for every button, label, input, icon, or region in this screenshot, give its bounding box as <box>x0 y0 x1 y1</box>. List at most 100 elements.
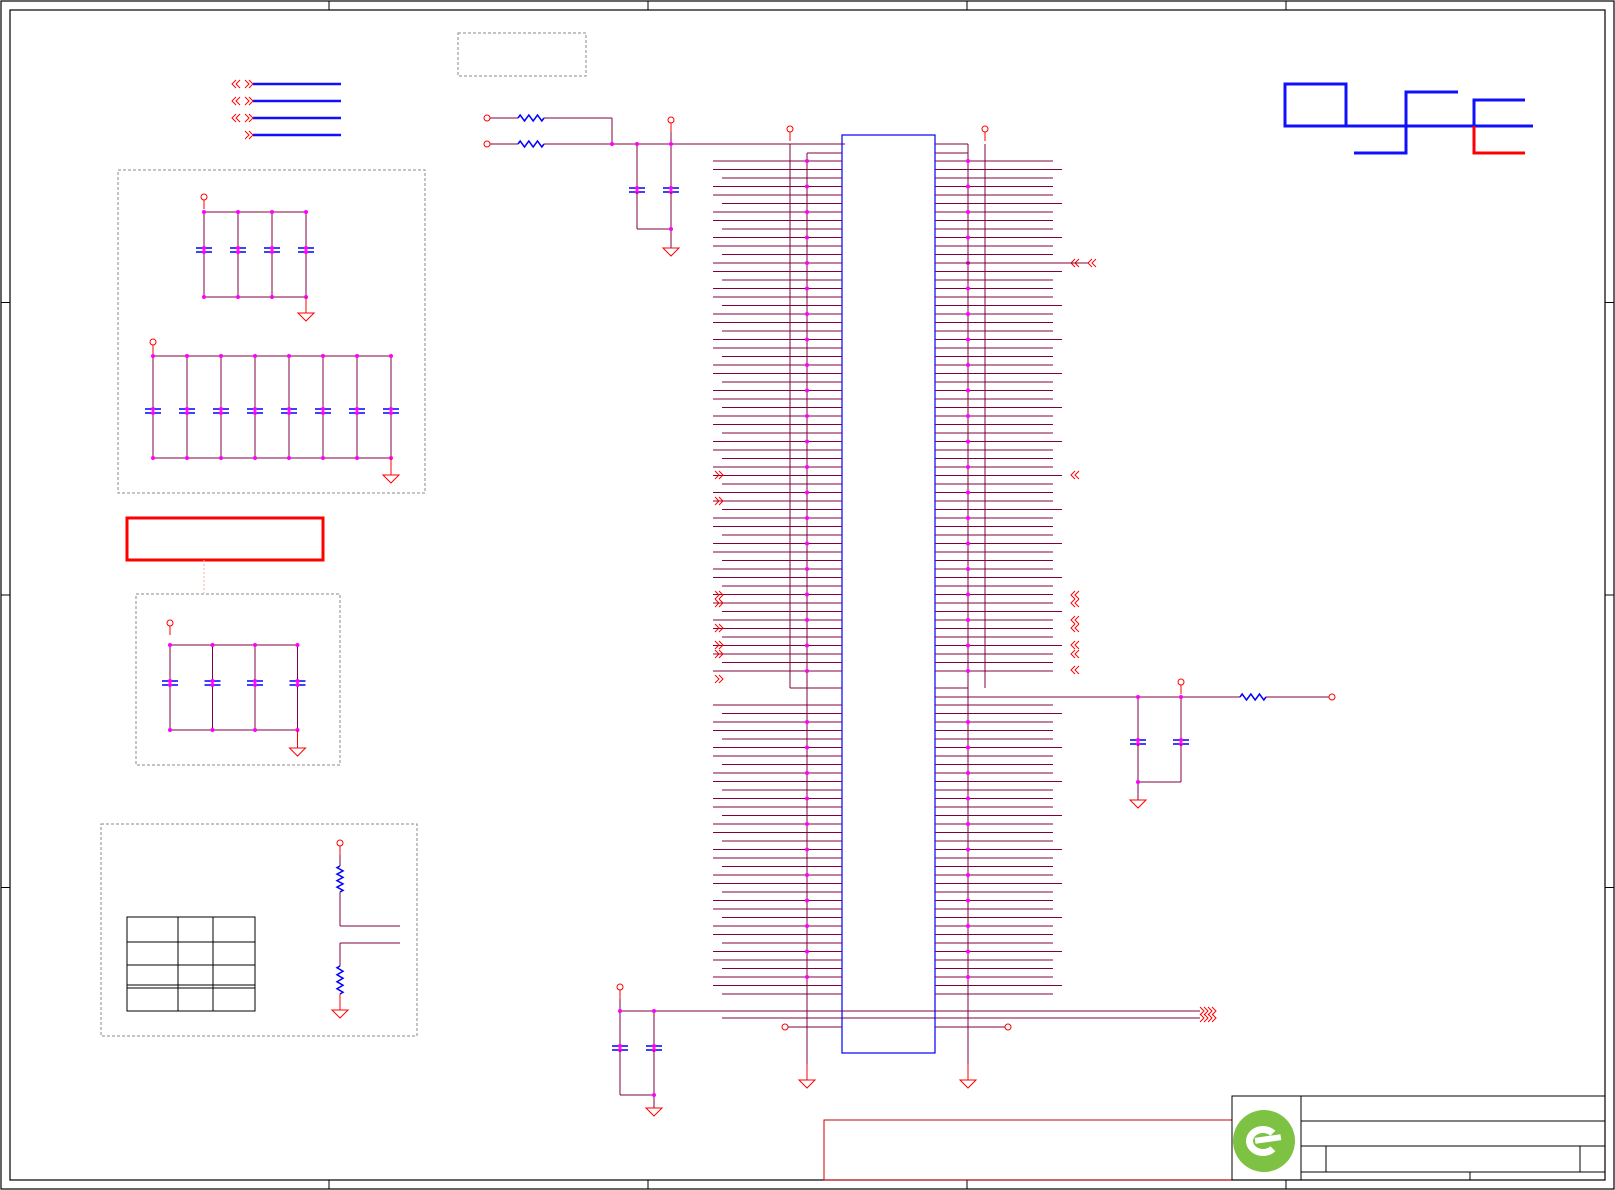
junction-dot <box>355 407 359 411</box>
junction-dot <box>1136 780 1140 784</box>
junction-dot <box>966 745 970 750</box>
junction-dot <box>966 567 970 571</box>
junction-dot <box>287 456 291 460</box>
junction-dot <box>321 354 325 358</box>
port-arrow <box>1070 649 1080 659</box>
power-port <box>1004 1023 1012 1031</box>
port-arrow <box>244 113 254 123</box>
junction-dot <box>966 618 970 622</box>
junction-dot <box>805 490 809 495</box>
junction-dot <box>669 186 673 190</box>
junction-dot <box>652 1093 656 1097</box>
junction-dot <box>321 407 325 411</box>
port-arrow <box>1070 590 1080 600</box>
main-ic <box>713 125 1097 1089</box>
port-arrow <box>244 79 254 89</box>
junction-dot <box>635 142 639 146</box>
junction-dot <box>304 210 308 214</box>
junction-dot <box>253 728 257 732</box>
junction-dot <box>355 411 359 415</box>
junction-dot <box>635 186 639 190</box>
junction-dot <box>652 1009 656 1013</box>
power-port <box>149 338 157 346</box>
junction-dot <box>304 250 308 254</box>
port-arrow <box>1070 615 1080 625</box>
junction-dot <box>966 286 970 291</box>
port-arrow <box>244 96 254 106</box>
junction-dot <box>287 407 291 411</box>
port-arrow <box>1199 1013 1209 1023</box>
power-port <box>1177 678 1185 686</box>
power-port <box>166 619 174 627</box>
junction-dot <box>295 643 300 647</box>
junction-dot <box>610 142 614 146</box>
revision-box <box>823 1119 1233 1181</box>
junction-dot <box>270 210 274 214</box>
decap-group-middle <box>145 338 401 484</box>
junction-dot <box>219 411 223 415</box>
junction-dot <box>295 683 300 687</box>
junction-dot <box>202 210 206 214</box>
power-port <box>781 1023 789 1031</box>
junction-dot <box>805 312 809 316</box>
decap-group-box-lower <box>135 593 341 766</box>
junction-dot <box>805 414 809 418</box>
junction-dot <box>966 796 970 801</box>
net-legend <box>231 79 341 140</box>
port-arrow <box>231 96 241 106</box>
junction-dot <box>805 873 809 877</box>
junction-dot <box>805 669 809 673</box>
junction-dot <box>966 847 970 852</box>
strap-table <box>126 916 256 1012</box>
eg-logo-icon <box>1233 1110 1295 1172</box>
port-arrow <box>1207 1006 1217 1016</box>
junction-dot <box>270 250 274 254</box>
junction-dot <box>219 456 223 460</box>
junction-dot <box>966 184 970 189</box>
junction-dot <box>1136 695 1140 699</box>
junction-dot <box>805 618 809 622</box>
junction-dot <box>253 683 257 687</box>
junction-dot <box>151 456 155 460</box>
junction-dot <box>805 822 809 826</box>
junction-dot <box>210 643 215 647</box>
resistor <box>335 965 345 995</box>
junction-dot <box>287 411 291 415</box>
ground-symbol <box>661 247 681 257</box>
power-port <box>981 125 989 133</box>
junction-dot <box>966 949 970 954</box>
junction-dot <box>966 235 970 240</box>
junction-dot <box>321 411 325 415</box>
junction-dot <box>236 210 240 214</box>
junction-dot <box>151 411 155 415</box>
port-arrow <box>1070 665 1080 675</box>
junction-dot <box>805 847 809 852</box>
junction-dot <box>389 407 393 411</box>
junction-dot <box>185 354 189 358</box>
junction-dot <box>253 643 257 647</box>
junction-dot <box>287 354 291 358</box>
schematic-sheet <box>0 0 1615 1190</box>
junction-dot <box>805 439 809 444</box>
power-port <box>786 125 794 133</box>
junction-dot <box>185 456 189 460</box>
junction-dot <box>219 354 223 358</box>
power-port <box>336 839 344 847</box>
ground-symbol <box>644 1107 664 1117</box>
port-arrow <box>231 113 241 123</box>
ground-symbol <box>381 474 401 484</box>
junction-dot <box>805 261 809 265</box>
port-arrow <box>1087 258 1097 268</box>
junction-dot <box>652 1044 656 1048</box>
ground-symbol <box>1128 799 1148 809</box>
power-port <box>483 140 491 148</box>
junction-dot <box>185 407 189 411</box>
junction-dot <box>805 159 809 163</box>
junction-dot <box>966 363 970 367</box>
junction-dot <box>805 465 809 469</box>
junction-dot <box>805 541 809 546</box>
junction-dot <box>253 456 257 460</box>
table-border <box>126 916 256 1012</box>
port-arrow <box>1070 640 1080 650</box>
junction-dot <box>185 411 189 415</box>
